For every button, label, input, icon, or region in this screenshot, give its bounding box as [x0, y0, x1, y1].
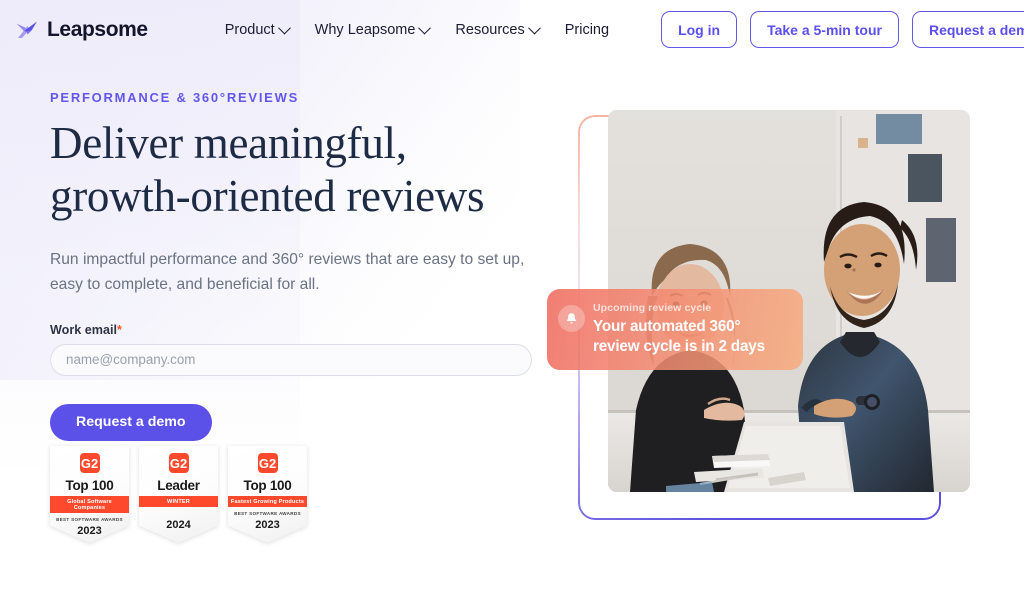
page-title: Deliver meaningful, growth-oriented revi… [50, 117, 520, 223]
notification-title-line-1: Your automated 360° [593, 318, 741, 335]
email-field-label-text: Work email [50, 322, 117, 337]
badge-ribbon: Global Software Companies [50, 496, 129, 514]
hero-subheading: Run impactful performance and 360° revie… [50, 251, 525, 294]
g2-logo-icon: G2 [168, 453, 189, 473]
badge-subtitle [144, 511, 213, 517]
badge-ribbon: Fastest Growing Products [228, 496, 307, 508]
nav-link-resources[interactable]: Resources [455, 21, 541, 38]
badge-subtitle: BEST SOFTWARE AWARDS [56, 517, 123, 523]
nav-links: Product Why Leapsome Resources Pricing [225, 22, 609, 38]
chevron-down-icon [527, 21, 541, 35]
notification-title: Your automated 360° review cycle is in 2… [593, 317, 789, 356]
brand-name: Leapsome [47, 17, 148, 41]
chevron-down-icon [277, 21, 291, 35]
chevron-down-icon [418, 21, 432, 35]
top-navigation-bar: Leapsome Product Why Leapsome Resources … [0, 0, 1024, 59]
headline-line-1: Deliver meaningful, [50, 118, 407, 168]
hero-image-area: Upcoming review cycle Your automated 360… [547, 110, 978, 525]
nav-link-product-label: Product [224, 21, 275, 38]
badge-year: 2023 [255, 519, 280, 532]
award-badge-top100-fastest: G2 Top 100 Fastest Growing Products BEST… [228, 446, 307, 543]
request-demo-nav-button[interactable]: Request a demo [911, 11, 1024, 48]
headline-line-2: growth-oriented reviews [50, 171, 485, 222]
badge-subtitle: BEST SOFTWARE AWARDS [234, 511, 301, 517]
brand-logo[interactable]: Leapsome [14, 17, 148, 43]
nav-link-product[interactable]: Product [224, 21, 291, 38]
g2-logo-icon: G2 [79, 453, 100, 473]
nav-actions: Log in Take a 5-min tour Request a demo [661, 11, 1024, 48]
badge-year: 2024 [166, 519, 191, 532]
email-field-label: Work email* [50, 323, 590, 337]
nav-link-why-leapsome-label: Why Leapsome [314, 21, 416, 38]
badge-title: Top 100 [65, 478, 114, 493]
g2-logo-icon: G2 [257, 453, 278, 473]
award-badges: G2 Top 100 Global Software Companies BES… [50, 446, 307, 543]
badge-year: 2023 [77, 525, 102, 538]
required-asterisk: * [116, 322, 122, 337]
leapsome-bird-logo-icon [16, 21, 37, 38]
nav-link-why-leapsome[interactable]: Why Leapsome [314, 21, 432, 38]
take-tour-button[interactable]: Take a 5-min tour [750, 11, 899, 48]
hero-content: PERFORMANCE & 360°REVIEWS Deliver meanin… [50, 90, 590, 441]
badge-title: Top 100 [243, 478, 292, 493]
hero-eyebrow: PERFORMANCE & 360°REVIEWS [50, 90, 300, 105]
work-email-input[interactable] [50, 343, 532, 376]
nav-link-pricing[interactable]: Pricing [565, 22, 609, 38]
notification-label: Upcoming review cycle [593, 302, 712, 314]
badge-title: Leader [157, 478, 200, 493]
login-button[interactable]: Log in [661, 11, 738, 48]
nav-link-pricing-label: Pricing [564, 21, 610, 38]
badge-ribbon: WINTER [139, 496, 218, 508]
award-badge-leader-winter: G2 Leader WINTER 2024 [139, 446, 218, 543]
nav-link-resources-label: Resources [455, 21, 525, 38]
request-demo-submit-button[interactable]: Request a demo [50, 403, 212, 441]
notification-title-line-2: review cycle is in 2 days [593, 337, 765, 355]
award-badge-top100-global: G2 Top 100 Global Software Companies BES… [50, 446, 129, 543]
